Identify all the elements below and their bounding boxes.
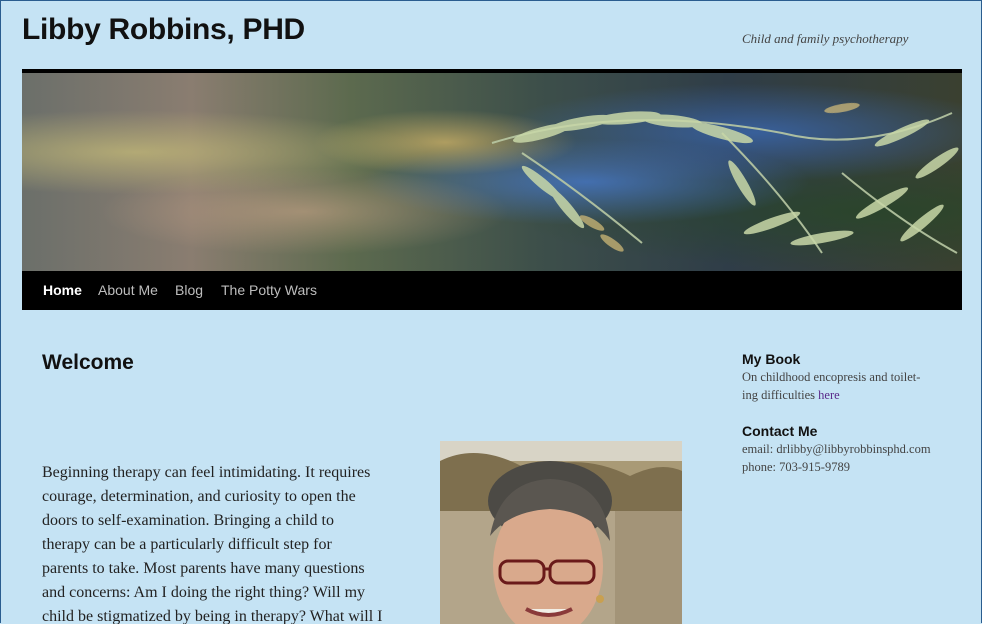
my-book-description: On childhood encopresis and toilet- ing …	[742, 369, 942, 404]
page: Libby Robbins, PHD Child and family psyc…	[0, 0, 982, 624]
page-title: Welcome	[42, 351, 134, 374]
portrait-illustration	[440, 441, 682, 624]
paragraph-line: child be stigmatized by being in therapy…	[42, 608, 383, 624]
nav-item-about-me[interactable]: About Me	[98, 282, 158, 298]
paragraph-line: Beginning therapy can feel intimidating.…	[42, 464, 371, 481]
contact-email: email: drlibby@libbyrobbinsphd.com	[742, 442, 931, 456]
fern-illustration	[491, 102, 959, 254]
widget-title-contact-me: Contact Me	[742, 423, 818, 439]
paragraph-line: therapy can be a particularly difficult …	[42, 536, 332, 553]
book-line-2-text: ing difficulties	[742, 387, 819, 402]
book-line-2: ing difficulties here	[742, 387, 942, 405]
nav-item-the-potty-wars[interactable]: The Potty Wars	[221, 282, 317, 298]
header-banner-image	[22, 73, 962, 271]
site-tagline: Child and family psychotherapy	[742, 31, 909, 46]
main-navigation: Home About Me Blog The Potty Wars	[22, 271, 962, 310]
contact-phone: phone: 703-915-9789	[742, 459, 850, 474]
paragraph-line: and concerns: Am I doing the right thing…	[42, 584, 366, 601]
paragraph-line: courage, determination, and curiosity to…	[42, 488, 356, 505]
nav-item-home[interactable]: Home	[43, 282, 82, 298]
contact-details: email: drlibby@libbyrobbinsphd.com phone…	[742, 441, 962, 476]
book-here-link[interactable]: here	[818, 388, 840, 402]
paragraph-line: parents to take. Most parents have many …	[42, 560, 365, 577]
widget-title-my-book: My Book	[742, 351, 801, 367]
book-line-1: On childhood encopresis and toilet-	[742, 370, 921, 384]
paragraph-line: doors to self-examination. Bringing a ch…	[42, 512, 334, 529]
intro-paragraph: Beginning therapy can feel intimidating.…	[42, 461, 427, 624]
site-title[interactable]: Libby Robbins, PHD	[22, 13, 305, 47]
portrait-photo	[440, 441, 682, 624]
nav-item-blog[interactable]: Blog	[175, 282, 203, 298]
